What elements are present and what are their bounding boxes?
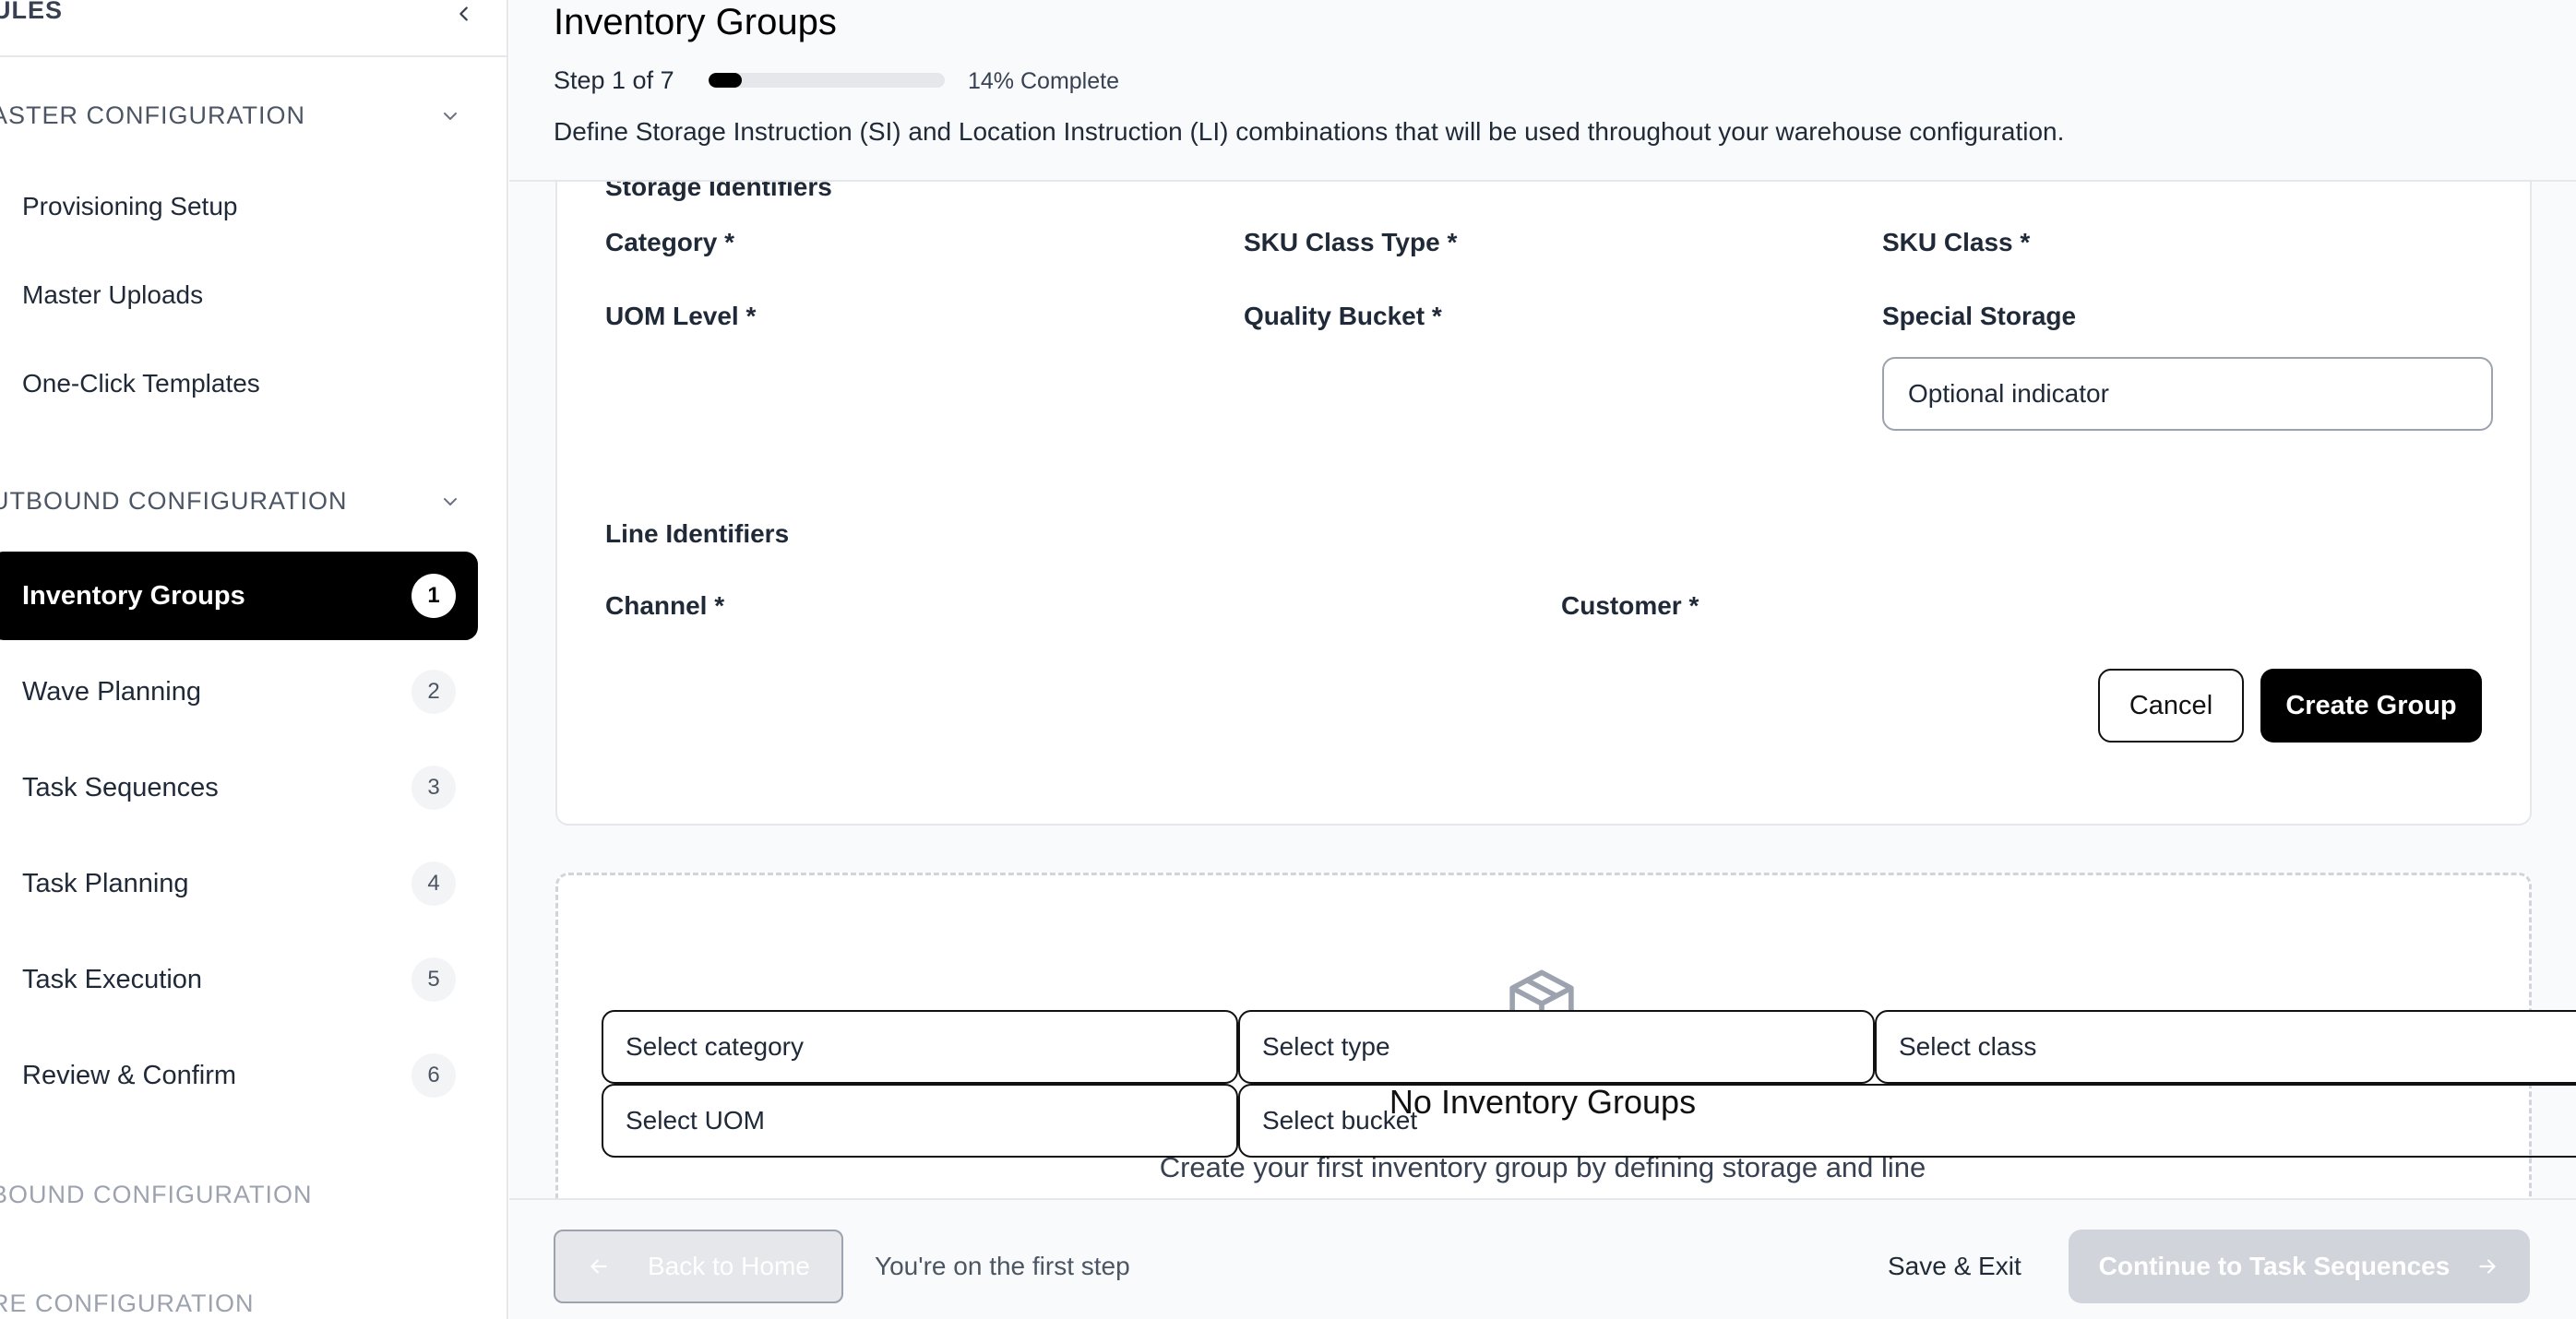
- step-number-badge: 4: [411, 862, 456, 906]
- special-storage-label: Special Storage: [1882, 302, 2077, 330]
- sidebar-item-provisioning-setup[interactable]: Provisioning Setup: [22, 192, 237, 221]
- section-master-label: ASTER CONFIGURATION: [0, 101, 306, 129]
- quality-bucket-label: Quality Bucket *: [1244, 302, 1442, 330]
- sidebar-step-review-confirm[interactable]: Review & Confirm 6: [0, 1031, 478, 1120]
- step-label: Task Execution: [22, 964, 203, 994]
- create-group-button[interactable]: Create Group: [2260, 669, 2482, 743]
- section-master-configuration[interactable]: ASTER CONFIGURATION: [0, 101, 471, 130]
- channel-label: Channel *: [605, 591, 725, 620]
- step-number-badge: 3: [411, 766, 456, 810]
- step-number-badge: 6: [411, 1053, 456, 1098]
- section-inbound-configuration[interactable]: BOUND CONFIGURATION: [0, 1181, 471, 1209]
- collapse-sidebar-icon[interactable]: [450, 0, 478, 28]
- section-core-configuration[interactable]: RE CONFIGURATION: [0, 1289, 471, 1318]
- step-label: Wave Planning: [22, 676, 201, 707]
- main-panel: Inventory Groups Step 1 of 7 14% Complet…: [509, 0, 2576, 1319]
- category-label: Category *: [605, 228, 735, 256]
- sidebar-step-task-planning[interactable]: Task Planning 4: [0, 839, 478, 928]
- step-number-badge: 5: [411, 957, 456, 1002]
- sku-class-select[interactable]: Select class: [1875, 1010, 2576, 1084]
- back-to-home-button[interactable]: Back to Home: [554, 1230, 843, 1303]
- sidebar-step-wave-planning[interactable]: Wave Planning 2: [0, 648, 478, 736]
- sidebar-step-task-sequences[interactable]: Task Sequences 3: [0, 743, 478, 832]
- arrow-right-icon: [2479, 1259, 2496, 1274]
- section-core-label: RE CONFIGURATION: [0, 1289, 255, 1317]
- step-number-badge: 1: [411, 574, 456, 618]
- step-number-badge: 2: [411, 670, 456, 714]
- step-label: Inventory Groups: [22, 580, 245, 611]
- sidebar-item-master-uploads[interactable]: Master Uploads: [22, 280, 203, 310]
- empty-state-title: No Inventory Groups: [1389, 1083, 1697, 1121]
- step-label: Review & Confirm: [22, 1060, 237, 1090]
- step-label: Task Planning: [22, 868, 189, 898]
- footer-bar: Back to Home You're on the first step Sa…: [509, 1198, 2576, 1319]
- arrow-left-icon: [590, 1259, 607, 1274]
- continue-button[interactable]: Continue to Task Sequences: [2069, 1230, 2530, 1303]
- special-storage-input[interactable]: Optional indicator: [1882, 357, 2493, 431]
- chevron-down-icon: [444, 497, 457, 505]
- sidebar-item-one-click-templates[interactable]: One-Click Templates: [22, 369, 260, 398]
- progress-fill: [709, 73, 742, 88]
- back-to-home-label: Back to Home: [648, 1252, 810, 1280]
- page-header: Inventory Groups Step 1 of 7 14% Complet…: [509, 0, 2576, 182]
- section-inbound-label: BOUND CONFIGURATION: [0, 1181, 313, 1208]
- section-outbound-label: UTBOUND CONFIGURATION: [0, 487, 348, 515]
- content-area: Storage Identifiers Category * SKU Class…: [509, 182, 2576, 1198]
- page-description: Define Storage Instruction (SI) and Loca…: [554, 117, 2065, 146]
- sku-class-label: SKU Class *: [1882, 228, 2031, 256]
- line-identifiers-title: Line Identifiers: [605, 519, 790, 548]
- customer-label: Customer *: [1561, 591, 1699, 620]
- category-select[interactable]: Select category: [602, 1010, 1238, 1084]
- continue-label: Continue to Task Sequences: [2098, 1252, 2451, 1280]
- sku-class-type-label: SKU Class Type *: [1244, 228, 1458, 256]
- sidebar-header: ULES: [0, 0, 507, 57]
- page-title: Inventory Groups: [554, 2, 837, 42]
- cancel-button[interactable]: Cancel: [2098, 669, 2244, 743]
- sidebar: ULES ASTER CONFIGURATION Provisioning Se…: [0, 0, 508, 1319]
- sidebar-step-task-execution[interactable]: Task Execution 5: [0, 935, 478, 1024]
- step-label: Task Sequences: [22, 772, 219, 802]
- storage-identifiers-title: Storage Identifiers: [605, 182, 832, 201]
- sidebar-title: ULES: [0, 0, 64, 24]
- chevron-down-icon: [444, 112, 457, 120]
- progress-percent: 14% Complete: [968, 68, 1119, 94]
- first-step-note: You're on the first step: [875, 1252, 1130, 1280]
- progress-bar: [709, 73, 945, 88]
- sku-class-type-select[interactable]: Select type: [1238, 1010, 1875, 1084]
- uom-level-label: UOM Level *: [605, 302, 757, 330]
- create-group-form: Storage Identifiers Category * SKU Class…: [555, 182, 2532, 826]
- step-indicator: Step 1 of 7: [554, 66, 674, 94]
- save-exit-button[interactable]: Save & Exit: [1888, 1252, 2021, 1281]
- sidebar-step-inventory-groups[interactable]: Inventory Groups 1: [0, 552, 478, 640]
- section-outbound-configuration[interactable]: UTBOUND CONFIGURATION: [0, 487, 471, 516]
